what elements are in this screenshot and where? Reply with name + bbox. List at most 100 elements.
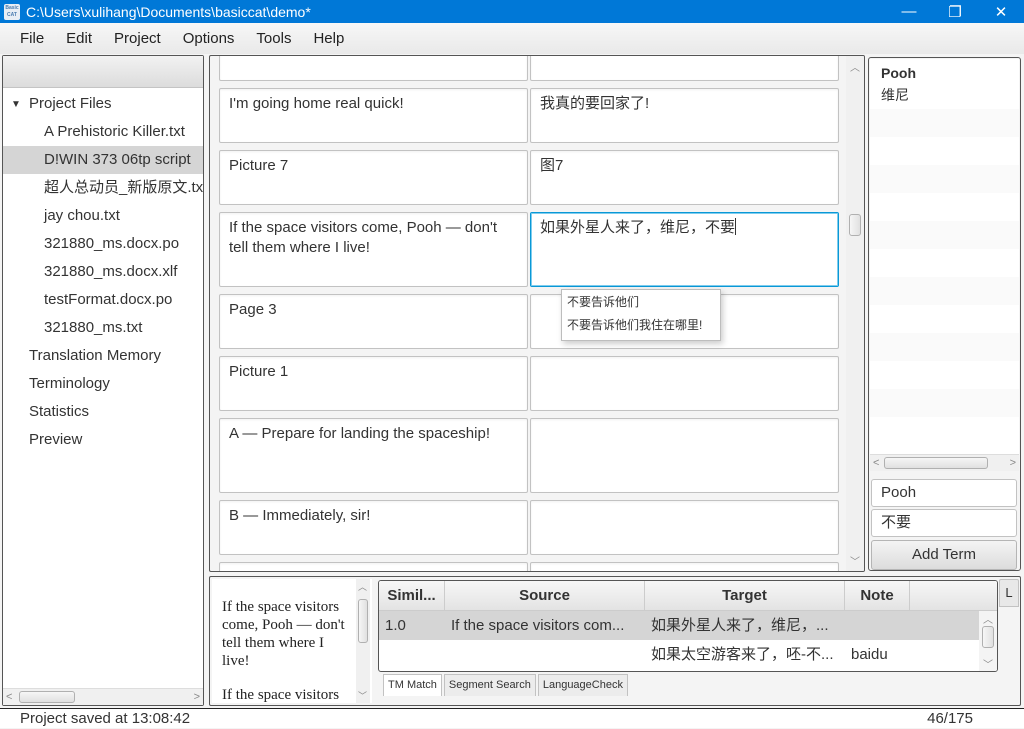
scrollbar-thumb[interactable]	[982, 626, 994, 648]
menu-tools[interactable]: Tools	[246, 30, 301, 47]
tree-file-item[interactable]: 321880_ms.docx.po	[3, 230, 203, 258]
source-cell[interactable]: A — Prepare for landing the spaceship!	[219, 418, 528, 493]
empty-row	[870, 221, 1019, 249]
scrollbar-thumb[interactable]	[19, 691, 75, 703]
bottom-panel: If the space visitors come, Pooh — don't…	[209, 576, 1021, 706]
menu-options[interactable]: Options	[173, 30, 245, 47]
preview-text-next: If the space visitors	[222, 687, 340, 703]
segment-row: I'm going home real quick! 我真的要回家了!	[219, 88, 839, 143]
source-cell[interactable]	[219, 56, 528, 81]
expand-triangle-icon[interactable]: ▼	[11, 91, 23, 118]
column-header-source[interactable]: Source	[445, 581, 645, 610]
scroll-up-icon[interactable]: ︿	[850, 59, 860, 74]
tree-item-translation-memory[interactable]: Translation Memory	[3, 342, 203, 370]
close-button[interactable]: ✕	[978, 0, 1024, 23]
scroll-down-icon[interactable]: ﹀	[850, 553, 860, 568]
tree-file-item[interactable]: jay chou.txt	[3, 202, 203, 230]
editor-vertical-scrollbar[interactable]: ︿ ﹀	[846, 56, 864, 571]
target-cell[interactable]	[530, 418, 839, 493]
term-horizontal-scrollbar[interactable]: < >	[870, 454, 1019, 471]
source-preview: If the space visitors come, Pooh — don't…	[212, 579, 372, 703]
term-target-input[interactable]: 不要	[871, 509, 1017, 537]
column-header-note[interactable]: Note	[845, 581, 910, 610]
add-term-button[interactable]: Add Term	[871, 540, 1017, 570]
tree-file-item-selected[interactable]: D!WIN 373 06tp script	[3, 146, 203, 174]
menu-help[interactable]: Help	[303, 30, 354, 47]
scroll-down-icon[interactable]: ﹀	[358, 689, 367, 702]
source-cell[interactable]: Picture 7	[219, 150, 528, 205]
tab-tm-match[interactable]: TM Match	[383, 674, 442, 696]
scrollbar-thumb[interactable]	[884, 457, 988, 469]
scroll-left-icon[interactable]: <	[6, 689, 12, 705]
segment-row	[219, 562, 839, 571]
scrollbar-thumb[interactable]	[358, 599, 368, 643]
tree-file-item[interactable]: A Prehistoric Killer.txt	[3, 118, 203, 146]
scroll-up-icon[interactable]: ︿	[983, 611, 993, 626]
scroll-right-icon[interactable]: >	[1010, 455, 1016, 471]
term-source-input[interactable]: Pooh	[871, 479, 1017, 507]
target-cell[interactable]	[530, 562, 839, 571]
scroll-up-icon[interactable]: ︿	[358, 580, 367, 593]
scroll-left-icon[interactable]: <	[873, 455, 879, 471]
side-tab[interactable]: L	[999, 579, 1019, 607]
menu-project[interactable]: Project	[104, 30, 171, 47]
autocomplete-option[interactable]: 不要告诉他们我住在哪里!	[562, 313, 720, 336]
tree-item-statistics[interactable]: Statistics	[3, 398, 203, 426]
target-cell[interactable]: 图7	[530, 150, 839, 205]
segment-row: Picture 7 图7	[219, 150, 839, 205]
tree-file-item[interactable]: 321880_ms.txt	[3, 314, 203, 342]
target-cell[interactable]	[530, 56, 839, 81]
source-cell[interactable]	[219, 562, 528, 571]
tree-item-terminology[interactable]: Terminology	[3, 370, 203, 398]
preview-vertical-scrollbar[interactable]: ︿ ﹀	[356, 579, 370, 703]
title-bar: Basic CAT C:\Users\xulihang\Documents\ba…	[0, 0, 1024, 23]
scroll-down-icon[interactable]: ﹀	[983, 656, 993, 671]
source-cell[interactable]: If the space visitors come, Pooh — don't…	[219, 212, 528, 287]
table-vertical-scrollbar[interactable]: ︿ ﹀	[979, 611, 997, 671]
empty-row	[870, 333, 1019, 361]
tree-horizontal-scrollbar[interactable]: < >	[3, 688, 203, 705]
target-cell[interactable]	[530, 356, 839, 411]
table-row[interactable]: 如果太空游客来了，呸-不... baidu	[379, 640, 997, 669]
target-cell-editing[interactable]: 如果外星人来了，维尼，不要	[530, 212, 839, 287]
tree-file-item[interactable]: testFormat.docx.po	[3, 286, 203, 314]
autocomplete-option[interactable]: 不要告诉他们	[562, 290, 720, 313]
empty-row	[870, 277, 1019, 305]
segment-editor: I'm going home real quick! 我真的要回家了! Pict…	[209, 55, 865, 572]
segment-row	[219, 56, 839, 81]
text-caret	[735, 218, 737, 235]
tree-file-item[interactable]: 321880_ms.docx.xlf	[3, 258, 203, 286]
tree-item-project-files[interactable]: ▼ Project Files	[3, 90, 203, 118]
table-header: Simil... Source Target Note	[379, 581, 997, 611]
menu-file[interactable]: File	[10, 30, 54, 47]
app-logo-icon: Basic CAT	[4, 3, 20, 20]
target-cell[interactable]: 我真的要回家了!	[530, 88, 839, 143]
source-cell[interactable]: Page 3	[219, 294, 528, 349]
preview-text: If the space visitors come, Pooh — don't…	[222, 599, 345, 669]
empty-row	[870, 249, 1019, 277]
term-match-list: Pooh 维尼	[870, 59, 1019, 455]
source-cell[interactable]: I'm going home real quick!	[219, 88, 528, 143]
column-header-similarity[interactable]: Simil...	[379, 581, 445, 610]
source-cell[interactable]: B — Immediately, sir!	[219, 500, 528, 555]
table-row[interactable]: 1.0 If the space visitors com... 如果外星人来了…	[379, 611, 997, 640]
target-cell[interactable]	[530, 500, 839, 555]
tab-segment-search[interactable]: Segment Search	[443, 674, 536, 696]
scroll-right-icon[interactable]: >	[194, 689, 200, 705]
column-header-target[interactable]: Target	[645, 581, 845, 610]
tm-match-table: Simil... Source Target Note 1.0 If the s…	[378, 580, 998, 672]
tab-language-check[interactable]: LanguageCheck	[537, 674, 628, 696]
minimize-button[interactable]: —	[886, 0, 932, 23]
window-title: C:\Users\xulihang\Documents\basiccat\dem…	[26, 3, 311, 20]
cell-similarity	[379, 640, 445, 669]
tree-item-preview[interactable]: Preview	[3, 426, 203, 454]
scrollbar-thumb[interactable]	[849, 214, 861, 236]
cell-target: 如果外星人来了，维尼，...	[651, 617, 829, 634]
source-cell[interactable]: Picture 1	[219, 356, 528, 411]
menu-edit[interactable]: Edit	[56, 30, 102, 47]
project-tree-header	[3, 56, 203, 88]
term-translation: 维尼	[881, 87, 909, 103]
restore-button[interactable]: ❐	[932, 0, 978, 23]
tree-file-item[interactable]: 超人总动员_新版原文.txt	[3, 174, 203, 202]
empty-row	[870, 165, 1019, 193]
